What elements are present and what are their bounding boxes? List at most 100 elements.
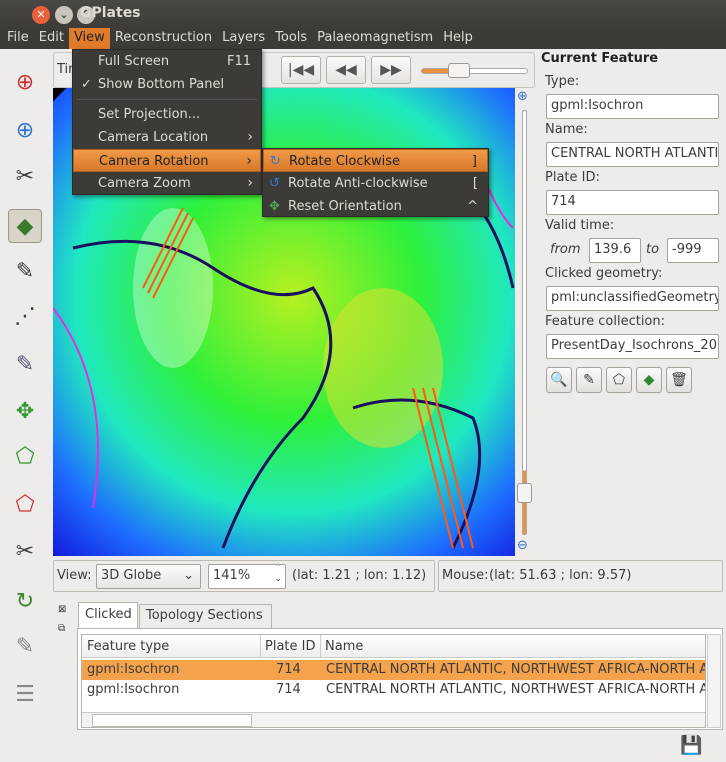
tab-clicked[interactable]: Clicked (78, 602, 138, 629)
close-button[interactable]: ✕ (32, 6, 50, 24)
reset-animation-button[interactable]: |◀◀ (281, 56, 321, 84)
step-back-button[interactable]: ◀◀ (326, 56, 366, 84)
globe-drag-icon: ⊕ (15, 69, 35, 95)
mouse-coords: (lat: 51.63 ; lon: 9.57) (489, 568, 632, 583)
mouse-label: Mouse: (442, 568, 489, 583)
digitise-polygon-tool[interactable]: ✎ (8, 347, 42, 381)
insert-vertex-tool[interactable]: ⬠ (8, 439, 42, 473)
plate-closure-button[interactable]: ◆ (636, 367, 662, 393)
cell-type: gpml:Isochron (87, 662, 180, 677)
table-row[interactable]: gpml:Isochron 714 CENTRAL NORTH ATLANTIC, … (82, 680, 706, 700)
edit-topology-tool[interactable]: ☰ (8, 677, 42, 711)
slider-handle[interactable] (448, 63, 470, 78)
close-panel-icon[interactable]: ⊠ (58, 604, 66, 615)
menu-item-rotate-anticlockwise[interactable]: ↺ Rotate Anti-clockwise [ (263, 172, 488, 195)
float-panel-icon[interactable]: ⧉ (58, 623, 65, 634)
compass-icon: ✂ (15, 163, 35, 189)
menu-reconstruction[interactable]: Reconstruction (110, 28, 217, 49)
digitise-polyline-tool[interactable]: ✎ (8, 254, 42, 288)
to-field[interactable]: -999 (667, 238, 719, 263)
menu-edit[interactable]: Edit (34, 28, 69, 49)
digitise-multipoint-tool[interactable]: ⋰ (8, 299, 42, 333)
choose-feature-tool[interactable]: ◆ (8, 209, 42, 243)
table-row[interactable]: gpml:Isochron 714 CENTRAL NORTH ATLANTIC, … (82, 660, 705, 680)
menu-layers[interactable]: Layers (217, 28, 270, 49)
scroll-thumb[interactable] (92, 714, 252, 727)
menu-item-rotate-clockwise[interactable]: ↻ Rotate Clockwise] (263, 149, 488, 172)
unsaved-changes-icon[interactable]: 💾 (680, 735, 702, 756)
column-plate-id[interactable]: Plate ID (260, 635, 316, 658)
shortcut: ] (471, 154, 477, 169)
tab-label: Clicked (85, 607, 132, 622)
magnifier-icon: 🔍 (550, 372, 568, 388)
zoom-spinbox[interactable]: 141% ⌃ ⌄ (208, 564, 286, 589)
vertical-scrollbar[interactable] (707, 634, 721, 728)
from-field[interactable]: 139.6 (589, 238, 641, 263)
zoom-globe-tool[interactable]: ⊕ (8, 113, 42, 147)
column-name[interactable]: Name (320, 635, 363, 658)
zoom-track[interactable] (522, 110, 527, 535)
menu-help[interactable]: Help (438, 28, 478, 49)
menu-item-camera-zoom[interactable]: Camera Zoom › (73, 172, 261, 195)
tool-palette: ⊕ ⊕ ✂ ◆ ✎ ⋰ ✎ ✥ ⬠ ⬠ ✂ ↻ ✎ ☰ (0, 49, 50, 735)
horizontal-scrollbar[interactable] (82, 712, 705, 727)
checkmark-icon: ✓ (81, 77, 92, 92)
plate-id-label: Plate ID: (545, 170, 600, 185)
from-label: from (550, 242, 581, 257)
delete-feature-button[interactable]: 🗑 (666, 367, 692, 393)
tab-topology-sections[interactable]: Topology Sections (139, 604, 272, 629)
menu-item-set-projection[interactable]: Set Projection... (73, 103, 261, 126)
split-feature-tool[interactable]: ✂ (8, 534, 42, 568)
menu-view[interactable]: View (68, 28, 110, 49)
column-feature-type[interactable]: Feature type (87, 635, 169, 658)
spin-arrows-icon[interactable]: ⌃ ⌄ (274, 565, 282, 585)
cell-plate: 714 (276, 682, 301, 697)
projection-select[interactable]: 3D Globe ⌄ (96, 564, 201, 589)
rotate-clockwise-icon: ↻ (270, 154, 281, 169)
menu-tools[interactable]: Tools (270, 28, 312, 49)
move-vertex-tool[interactable]: ✥ (8, 394, 42, 428)
menu-item-reset-orientation[interactable]: ✥ Reset Orientation ^ (263, 195, 488, 218)
geometry-field[interactable]: pml:unclassifiedGeometry (546, 286, 719, 311)
view-menu: Full Screen F11 ✓ Show Bottom Panel Set Pr… (72, 49, 262, 195)
drag-globe-tool[interactable]: ⊕ (8, 65, 42, 99)
edit-feature-button[interactable]: ✎ (576, 367, 602, 393)
name-label: Name: (545, 122, 588, 137)
type-label: Type: (545, 74, 580, 89)
name-field[interactable]: CENTRAL NORTH ATLANTI (546, 142, 719, 167)
animation-slider[interactable] (421, 68, 528, 74)
query-feature-button[interactable]: 🔍 (546, 367, 572, 393)
zoom-slider[interactable]: ⊕ ⊖ (515, 88, 535, 556)
zoom-in-icon[interactable]: ⊕ (517, 89, 528, 104)
topology-edit-icon: ☰ (15, 681, 35, 707)
manipulate-pole-tool[interactable]: ↻ (8, 584, 42, 618)
build-topology-tool[interactable]: ✎ (8, 629, 42, 663)
zoom-handle[interactable] (517, 483, 532, 503)
measure-tool[interactable]: ✂ (8, 159, 42, 193)
menu-item-show-bottom-panel[interactable]: ✓ Show Bottom Panel (73, 73, 261, 96)
menu-item-camera-rotation[interactable]: Camera Rotation › (73, 149, 261, 172)
cell-name: CENTRAL NORTH ATLANTIC, NORTHWEST AFRICA… (326, 682, 706, 697)
clicked-table: Feature type Plate ID Name gpml:Isochron… (81, 634, 706, 728)
type-field[interactable]: gpml:Isochron (546, 94, 719, 119)
menu-palaeomagnetism[interactable]: Palaeomagnetism (312, 28, 438, 49)
edit-geometry-button[interactable]: ⬠ (606, 367, 632, 393)
minimize-button[interactable]: ⌄ (55, 6, 73, 24)
item-label: Rotate Anti-clockwise (288, 176, 428, 191)
delete-vertex-tool[interactable]: ⬠ (8, 487, 42, 521)
plate-id-field[interactable]: 714 (546, 190, 719, 215)
window-title: GPlates (80, 5, 141, 21)
zoom-value: 141% (213, 568, 251, 583)
trash-icon: 🗑 (670, 372, 688, 388)
panel-title: Current Feature (541, 51, 659, 66)
item-label: Camera Location (98, 130, 209, 145)
menu-item-camera-location[interactable]: Camera Location › (73, 126, 261, 149)
zoom-out-icon[interactable]: ⊖ (517, 538, 528, 553)
menu-item-full-screen[interactable]: Full Screen F11 (73, 50, 261, 73)
move-vertex-icon: ✥ (15, 398, 35, 424)
step-forward-button[interactable]: ▶▶ (371, 56, 411, 84)
globe-zoom-icon: ⊕ (15, 117, 35, 143)
shortcut: ^ (467, 199, 478, 214)
collection-field[interactable]: PresentDay_Isochrons_20 (546, 334, 719, 359)
menu-file[interactable]: File (2, 28, 34, 49)
